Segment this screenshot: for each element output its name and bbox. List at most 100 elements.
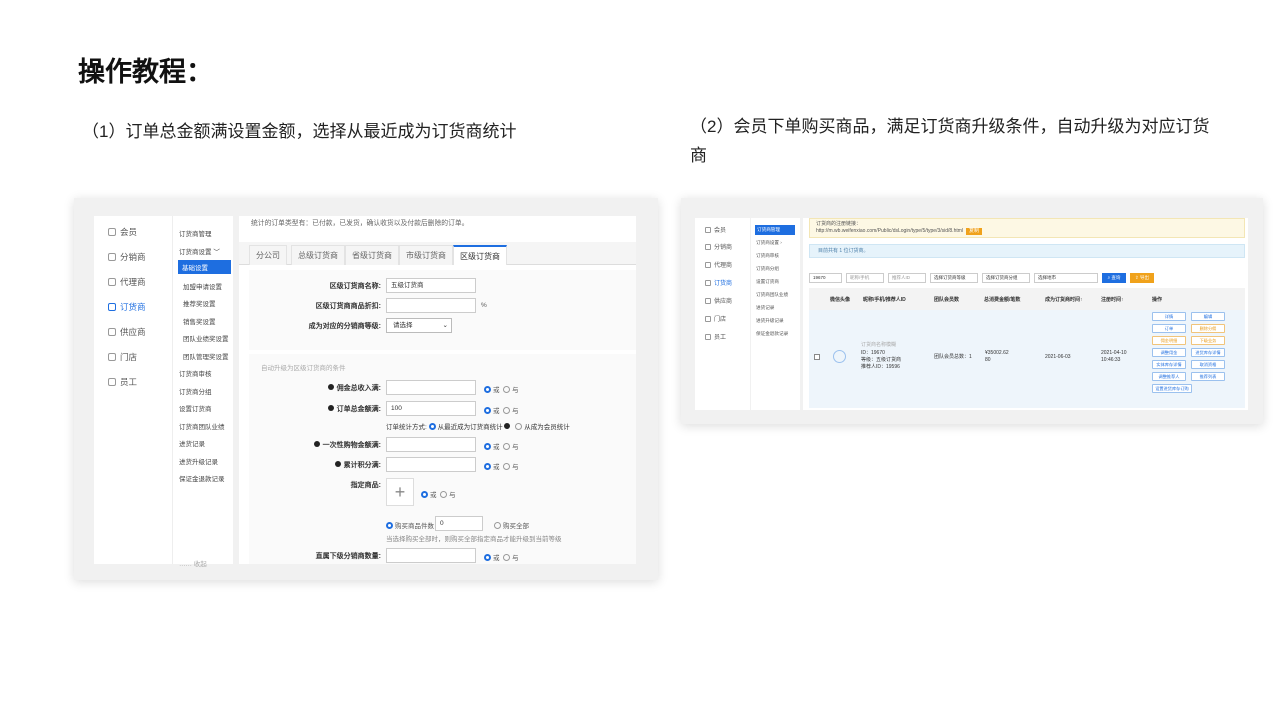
sub-item[interactable]: 订货商团队业绩	[756, 292, 788, 298]
radio-stat-recent[interactable]	[428, 423, 436, 430]
radio-or[interactable]	[484, 407, 491, 414]
logic-radio[interactable]: 或 与	[484, 384, 519, 394]
op-referral-list-button[interactable]: 推荐列表	[1191, 372, 1225, 381]
nav-staff[interactable]: 员工	[705, 332, 726, 341]
op-cancel-qualification-button[interactable]: 取消资格	[1191, 360, 1225, 369]
radio-and[interactable]	[503, 463, 511, 470]
op-stock-order-button[interactable]: 设置进货库存订购	[1152, 384, 1192, 393]
sub-item[interactable]: 订货商团队业绩	[179, 421, 225, 431]
sub-item[interactable]: 进货记录	[756, 305, 774, 311]
search-button[interactable]: ⌕ 查询	[1102, 273, 1126, 283]
tab-district-dealer[interactable]: 区级订货商	[453, 245, 507, 265]
col-become-time[interactable]: 成为订货商时间↑	[1045, 296, 1083, 303]
register-link[interactable]: http://m.wb.weifenxiao.com/Public/dsLogi…	[816, 228, 963, 234]
sub-item[interactable]: 设置订货商	[179, 403, 212, 413]
level-select[interactable]: 请选择 ⌄	[386, 318, 452, 333]
radio-stat-member[interactable]	[515, 423, 523, 430]
nav-dealer[interactable]: 订货商	[705, 278, 732, 287]
sub-item[interactable]: 加盟申请设置	[183, 281, 222, 291]
sub-item-settings[interactable]: 订货商设置 ﹀	[179, 246, 220, 256]
nickname-filter-input[interactable]: 昵称/手机	[846, 273, 884, 283]
tab-city-dealer[interactable]: 市级订货商	[399, 245, 453, 265]
nav-store[interactable]: 门店	[108, 351, 137, 363]
radio-or[interactable]	[484, 554, 491, 561]
sub-item[interactable]: 团队管理奖设置	[183, 351, 229, 361]
radio-buy-all[interactable]	[494, 522, 501, 529]
id-filter-input[interactable]: 19670	[809, 273, 842, 283]
export-button[interactable]: ⇪ 导出	[1130, 273, 1154, 283]
subordinate-input[interactable]	[386, 548, 476, 563]
copy-button[interactable]: 复制	[966, 228, 983, 235]
nav-distributor[interactable]: 分销商	[108, 251, 146, 263]
op-entity-stock-button[interactable]: 实体库存详情	[1152, 360, 1186, 369]
level-filter-select[interactable]: 选择订货商等级	[930, 273, 978, 283]
sub-item[interactable]: 订货商分组	[179, 386, 212, 396]
radio-buy-count[interactable]	[386, 522, 393, 529]
radio-or[interactable]	[484, 443, 491, 450]
nav-staff[interactable]: 员工	[108, 376, 137, 388]
add-goods-button[interactable]: +	[386, 478, 414, 506]
discount-input[interactable]	[386, 298, 476, 313]
op-commission-detail-button[interactable]: 佣金明细	[1152, 336, 1186, 345]
tab-province-dealer[interactable]: 省级订货商	[345, 245, 399, 265]
nav-agent[interactable]: 代理商	[705, 260, 732, 269]
logic-radio[interactable]: 或 与	[484, 441, 519, 451]
nav-agent[interactable]: 代理商	[108, 276, 146, 288]
col-register-time[interactable]: 注册时间↑	[1101, 296, 1124, 303]
sub-item[interactable]: 订货商审核	[179, 368, 212, 378]
buy-count-input[interactable]: 0	[435, 516, 483, 531]
op-edit-button[interactable]: 编辑	[1191, 312, 1225, 321]
sub-item[interactable]: 进货升级记录	[756, 318, 784, 324]
sub-item[interactable]: 订货商分组	[756, 266, 779, 272]
name-input[interactable]: 五级订货商	[386, 278, 476, 293]
nav-store[interactable]: 门店	[705, 314, 726, 323]
nav-dealer[interactable]: 订货商	[108, 301, 146, 313]
sub-item[interactable]: 订货商设置 ›	[756, 240, 782, 246]
radio-or[interactable]	[484, 386, 491, 393]
nav-supplier[interactable]: 供应商	[705, 296, 732, 305]
radio-and[interactable]	[503, 407, 511, 414]
radio-and[interactable]	[503, 386, 511, 393]
buy-count-option[interactable]: 购买商品件数	[386, 520, 434, 530]
sub-item[interactable]: 保证金退款记录	[179, 473, 225, 483]
nav-member[interactable]: 会员	[108, 226, 137, 238]
sub-item[interactable]: 订货商审核	[756, 253, 779, 259]
sub-item[interactable]: 进货记录	[179, 438, 205, 448]
sub-item[interactable]: 进货升级记录	[179, 456, 218, 466]
sub-item[interactable]: 团队业绩奖设置	[183, 333, 229, 343]
order-total-input[interactable]: 100	[386, 401, 476, 416]
single-purchase-input[interactable]	[386, 437, 476, 452]
nav-distributor[interactable]: 分销商	[705, 242, 732, 251]
radio-and[interactable]	[503, 554, 511, 561]
sub-item[interactable]: 保证金退款记录	[756, 331, 788, 337]
logic-radio[interactable]: 或 与	[484, 461, 519, 471]
tab-branch[interactable]: 分公司	[249, 245, 287, 265]
op-sub-business-button[interactable]: 下级业务	[1191, 336, 1225, 345]
group-filter-select[interactable]: 选择订货商分组	[982, 273, 1030, 283]
sub-item[interactable]: 订货商管理	[179, 228, 212, 238]
points-input[interactable]	[386, 457, 476, 472]
sub-item[interactable]: 设置订货商	[756, 279, 779, 285]
referrer-filter-input[interactable]: 推荐人ID	[888, 273, 926, 283]
op-orders-button[interactable]: 订单	[1152, 324, 1186, 333]
nav-supplier[interactable]: 供应商	[108, 326, 146, 338]
city-filter-select[interactable]: 选择地市	[1034, 273, 1098, 283]
op-adjust-referrer-button[interactable]: 调整推荐人	[1152, 372, 1186, 381]
nav-member[interactable]: 会员	[705, 225, 726, 234]
logic-radio[interactable]: 或 与	[421, 489, 456, 499]
row-checkbox[interactable]	[814, 354, 820, 360]
op-delete-commission-button[interactable]: 删除分佣	[1191, 324, 1225, 333]
logic-radio[interactable]: 或 与	[484, 552, 519, 562]
sub-item-dealer-manage[interactable]: 订货商管理	[755, 225, 795, 235]
op-stock-detail-button[interactable]: 进货库存详情	[1191, 348, 1225, 357]
op-detail-button[interactable]: 详情	[1152, 312, 1186, 321]
tab-total-dealer[interactable]: 总级订货商	[291, 245, 345, 265]
sub-item-basic-settings[interactable]: 基础设置	[178, 260, 231, 274]
sub-item[interactable]: 推荐奖设置	[183, 298, 216, 308]
logic-radio[interactable]: 或 与	[484, 405, 519, 415]
op-adjust-button[interactable]: 调整用金	[1152, 348, 1186, 357]
collapse-link[interactable]: …… 收起	[179, 558, 207, 568]
sub-item[interactable]: 销售奖设置	[183, 316, 216, 326]
radio-or[interactable]	[484, 463, 491, 470]
buy-all-option[interactable]: 购买全部	[494, 520, 529, 530]
